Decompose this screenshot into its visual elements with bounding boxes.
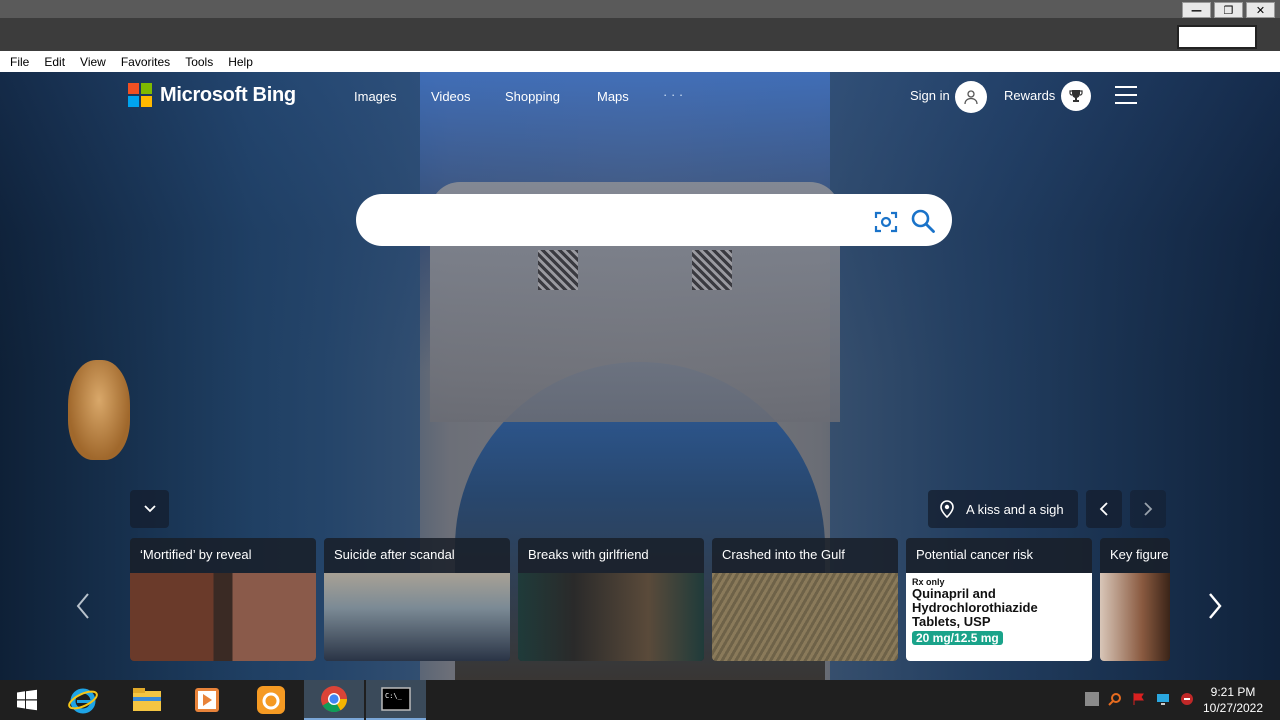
minimize-button[interactable]: — xyxy=(1182,2,1211,18)
collapse-feed-button[interactable] xyxy=(130,490,169,528)
news-card[interactable]: Crashed into the Gulf xyxy=(712,538,898,661)
bridge-window xyxy=(538,250,578,290)
address-box[interactable] xyxy=(1177,25,1257,49)
sign-in-link[interactable]: Sign in xyxy=(910,88,950,103)
menu-edit[interactable]: Edit xyxy=(44,55,65,69)
nav-videos[interactable]: Videos xyxy=(431,89,471,104)
previous-image-button[interactable] xyxy=(1086,490,1122,528)
command-prompt-icon[interactable]: C:\_ xyxy=(366,680,426,720)
tray-search-icon[interactable] xyxy=(1108,692,1122,706)
tray-flag-icon[interactable] xyxy=(1132,692,1146,706)
chevron-right-icon xyxy=(1209,593,1222,619)
news-card[interactable]: Breaks with girlfriend xyxy=(518,538,704,661)
news-card[interactable]: Key figure xyxy=(1100,538,1170,661)
news-title: Key figure xyxy=(1110,547,1169,562)
user-avatar-icon[interactable] xyxy=(955,81,987,113)
tray-volume-icon[interactable] xyxy=(1180,692,1194,706)
nav-images[interactable]: Images xyxy=(354,89,397,104)
chrome-icon[interactable] xyxy=(304,680,364,720)
news-card[interactable]: Suicide after scandal xyxy=(324,538,510,661)
thumb-drug-text: Quinapril and Hydrochlorothiazide Tablet… xyxy=(912,586,1038,629)
menu-hamburger-icon[interactable] xyxy=(1115,86,1137,104)
menu-help[interactable]: Help xyxy=(228,55,253,69)
news-title: ‘Mortified’ by reveal xyxy=(140,547,252,562)
news-title: Breaks with girlfriend xyxy=(528,547,649,562)
news-title: Suicide after scandal xyxy=(334,547,455,562)
nav-more[interactable]: · · · xyxy=(663,87,683,102)
logo-text: Microsoft Bing xyxy=(160,83,296,106)
menu-tools[interactable]: Tools xyxy=(185,55,213,69)
menu-bar: File Edit View Favorites Tools Help xyxy=(0,51,1280,72)
news-title: Crashed into the Gulf xyxy=(722,547,845,562)
image-location-label: A kiss and a sigh xyxy=(966,501,1064,517)
thumb-dose-text: 20 mg/12.5 mg xyxy=(912,631,1003,645)
menu-file[interactable]: File xyxy=(10,55,29,69)
taskbar: C:\_ 9:21 PM 10/27/2022 xyxy=(0,680,1280,720)
close-button[interactable]: ✕ xyxy=(1246,2,1275,18)
file-explorer-icon[interactable] xyxy=(118,680,176,720)
news-thumbnail xyxy=(1100,573,1170,661)
news-thumbnail: Rx only Quinapril and Hydrochlorothiazid… xyxy=(906,573,1092,661)
carousel-previous-button[interactable] xyxy=(74,592,92,625)
search-box xyxy=(356,194,952,246)
windows-start-icon[interactable] xyxy=(0,680,54,720)
next-image-button[interactable] xyxy=(1130,490,1166,528)
news-thumbnail xyxy=(130,573,316,661)
news-card[interactable]: Potential cancer risk Rx only Quinapril … xyxy=(906,538,1092,661)
chevron-down-icon xyxy=(143,505,156,513)
tray-app-icon[interactable] xyxy=(1085,692,1099,706)
nav-maps[interactable]: Maps xyxy=(597,89,629,104)
chevron-left-icon xyxy=(76,593,89,619)
chevron-right-icon xyxy=(1144,502,1153,516)
system-clock[interactable]: 9:21 PM 10/27/2022 xyxy=(1198,684,1268,716)
bridge-window xyxy=(692,250,732,290)
search-icon[interactable] xyxy=(910,208,936,239)
svg-text:C:\_: C:\_ xyxy=(385,692,403,700)
menu-view[interactable]: View xyxy=(80,55,106,69)
tray-display-icon[interactable] xyxy=(1156,692,1170,706)
hamster-image xyxy=(68,360,130,460)
menu-favorites[interactable]: Favorites xyxy=(121,55,170,69)
rewards-link[interactable]: Rewards xyxy=(1004,88,1055,103)
window-titlebar: — ❐ ✕ xyxy=(0,0,1280,51)
news-thumbnail xyxy=(324,573,510,661)
titlebar-strip xyxy=(0,0,1280,18)
clock-time: 9:21 PM xyxy=(1210,685,1256,699)
location-pin-icon xyxy=(940,500,954,518)
news-thumbnail xyxy=(518,573,704,661)
news-card[interactable]: ‘Mortified’ by reveal xyxy=(130,538,316,661)
news-title: Potential cancer risk xyxy=(916,547,1034,562)
microsoft-logo-icon xyxy=(128,83,152,107)
media-player-icon[interactable] xyxy=(178,680,236,720)
search-input[interactable] xyxy=(376,204,856,236)
news-thumbnail xyxy=(712,573,898,661)
image-info-button[interactable]: A kiss and a sigh xyxy=(928,490,1078,528)
carousel-next-button[interactable] xyxy=(1206,592,1224,625)
visual-search-icon[interactable] xyxy=(874,210,898,239)
clock-date: 10/27/2022 xyxy=(1202,701,1264,715)
chevron-left-icon xyxy=(1099,502,1108,516)
trophy-icon[interactable] xyxy=(1061,81,1091,111)
internet-explorer-icon[interactable] xyxy=(54,680,112,720)
uc-browser-icon[interactable] xyxy=(242,680,300,720)
bing-homepage: Microsoft Bing Images Videos Shopping Ma… xyxy=(0,72,1280,680)
maximize-button[interactable]: ❐ xyxy=(1214,2,1243,18)
bing-logo[interactable]: Microsoft Bing xyxy=(128,83,296,107)
nav-shopping[interactable]: Shopping xyxy=(505,89,560,104)
